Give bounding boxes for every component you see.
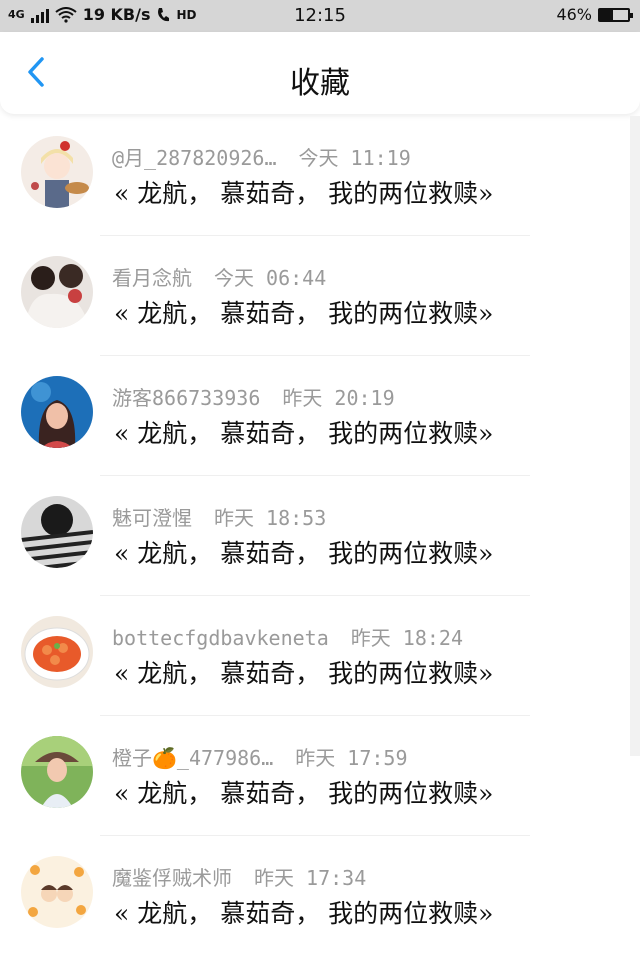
app-header: 收藏 — [0, 32, 640, 114]
status-right: 46% — [556, 5, 633, 24]
item-meta: 魔鉴俘贼术师 昨天 17:34 — [112, 862, 366, 891]
username[interactable]: @月_287820926… — [112, 146, 277, 170]
item-meta: bottecfgdbavkeneta 昨天 18:24 — [112, 622, 463, 651]
anime-girl-avatar[interactable] — [21, 136, 93, 208]
username[interactable]: 看月念航 — [112, 266, 192, 290]
timestamp: 今天 06:44 — [214, 266, 327, 290]
food-dish-avatar[interactable] — [21, 616, 93, 688]
username[interactable]: 橙子🍊_477986… — [112, 746, 273, 770]
item-meta: 看月念航 今天 06:44 — [112, 262, 326, 291]
list-item[interactable]: 橙子🍊_477986… 昨天 17:59 « 龙航， 慕茹奇， 我的两位救赎» — [0, 716, 640, 836]
item-content: « 龙航， 慕茹奇， 我的两位救赎» — [114, 419, 494, 448]
item-content: « 龙航， 慕茹奇， 我的两位救赎» — [114, 299, 494, 328]
item-content: « 龙航， 慕茹奇， 我的两位救赎» — [114, 179, 494, 208]
status-time: 12:15 — [294, 5, 346, 26]
battery-icon — [598, 7, 633, 22]
status-bar: 4G 19 KB/s HD 12:15 46% — [0, 0, 640, 32]
list-item[interactable]: 魔鉴俘贼术师 昨天 17:34 « 龙航， 慕茹奇， 我的两位救赎» — [0, 836, 640, 956]
timestamp: 昨天 18:24 — [350, 626, 463, 650]
username[interactable]: 魔鉴俘贼术师 — [112, 866, 232, 890]
two-people-avatar[interactable] — [21, 256, 93, 328]
username[interactable]: 魅可澄惺 — [112, 506, 192, 530]
timestamp: 今天 11:19 — [298, 146, 411, 170]
favorites-list: @月_287820926… 今天 11:19 « 龙航， 慕茹奇， 我的两位救赎»… — [0, 116, 640, 956]
item-meta: 橙子🍊_477986… 昨天 17:59 — [112, 742, 407, 771]
item-meta: 魅可澄惺 昨天 18:53 — [112, 502, 326, 531]
username[interactable]: 游客866733936 — [112, 386, 260, 410]
timestamp: 昨天 17:59 — [295, 746, 408, 770]
girl-outdoor-avatar[interactable] — [21, 736, 93, 808]
item-meta: @月_287820926… 今天 11:19 — [112, 142, 411, 171]
girl-blue-avatar[interactable] — [21, 376, 93, 448]
page-title: 收藏 — [290, 66, 350, 101]
list-item[interactable]: bottecfgdbavkeneta 昨天 18:24 « 龙航， 慕茹奇， 我的… — [0, 596, 640, 716]
list-item[interactable]: @月_287820926… 今天 11:19 « 龙航， 慕茹奇， 我的两位救赎» — [0, 116, 640, 236]
item-meta: 游客866733936 昨天 20:19 — [112, 382, 395, 411]
item-content: « 龙航， 慕茹奇， 我的两位救赎» — [114, 899, 494, 928]
timestamp: 昨天 17:34 — [254, 866, 367, 890]
striped-shirt-avatar[interactable] — [21, 496, 93, 568]
cartoon-avatar[interactable] — [21, 856, 93, 928]
item-content: « 龙航， 慕茹奇， 我的两位救赎» — [114, 779, 494, 808]
list-item[interactable]: 魅可澄惺 昨天 18:53 « 龙航， 慕茹奇， 我的两位救赎» — [0, 476, 640, 596]
list-item[interactable]: 游客866733936 昨天 20:19 « 龙航， 慕茹奇， 我的两位救赎» — [0, 356, 640, 476]
timestamp: 昨天 18:53 — [214, 506, 327, 530]
username[interactable]: bottecfgdbavkeneta — [112, 626, 329, 650]
battery-percent: 46% — [556, 5, 592, 24]
list-item[interactable]: 看月念航 今天 06:44 « 龙航， 慕茹奇， 我的两位救赎» — [0, 236, 640, 356]
battery-fill — [600, 9, 613, 20]
timestamp: 昨天 20:19 — [282, 386, 395, 410]
item-content: « 龙航， 慕茹奇， 我的两位救赎» — [114, 659, 494, 688]
item-content: « 龙航， 慕茹奇， 我的两位救赎» — [114, 539, 494, 568]
